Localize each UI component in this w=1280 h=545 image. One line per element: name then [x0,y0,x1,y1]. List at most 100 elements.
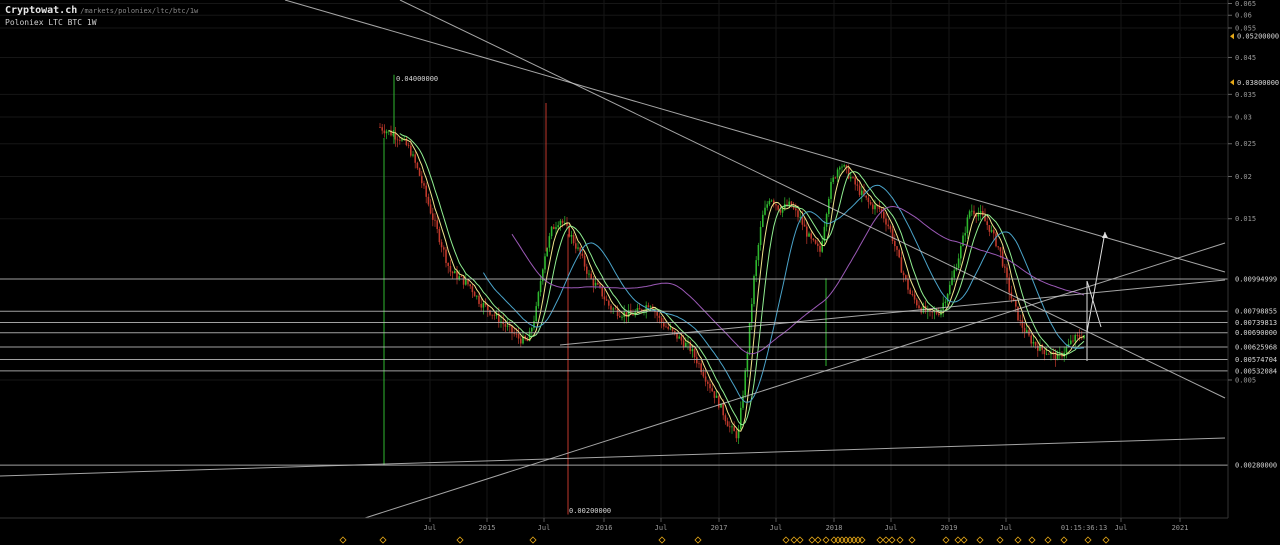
candle-body [493,314,496,316]
event-marker-icon [960,536,968,544]
event-markers [339,536,1110,544]
candle-body [729,426,731,428]
candle-body [832,177,834,182]
candle-body [451,271,454,274]
candle-body [590,273,592,279]
candle-body [1019,320,1021,322]
event-marker-icon [996,536,1004,544]
y-axis: 0.065 0.06 0.055 0.045 0.035 0.03 0.025 0.02 0.0… [1227,0,1279,518]
candle-body [572,235,575,244]
high-annotation: 0.04000000 [396,75,438,83]
candle-body [1008,277,1010,293]
candle-body [570,235,573,237]
candle-body [960,246,962,259]
candle-body [775,204,777,206]
candle-body [858,185,861,195]
y-tick-label: 0.035 [1235,91,1256,99]
candle-body [511,326,513,333]
candle-body [812,238,815,241]
candle-body [685,342,687,347]
candle-body [883,211,885,219]
x-tick-label: Jul [885,524,898,532]
candle-body [553,226,555,230]
candles [379,74,1085,515]
candle-body [1026,330,1028,333]
candle-body [663,322,665,327]
x-tick-label: Jul [538,524,551,532]
event-marker-icon [1044,536,1052,544]
x-tick-label: 2021 [1172,524,1189,532]
event-marker-icon [976,536,984,544]
candle-body [854,177,856,185]
candle-body [735,431,738,439]
price-line-label: 0.00690000 [1235,329,1277,337]
event-marker-icon [858,536,866,544]
candle-body [964,233,966,236]
candle-body [806,226,808,237]
event-marker-icon [529,536,537,544]
candle-body [603,296,606,300]
event-marker-icon [782,536,790,544]
candle-body [885,218,887,225]
price-marker-icon [1230,33,1234,40]
trend-line [0,437,1226,477]
x-axis: Jul 2015 Jul 2016 Jul 2017 Jul 2018 Jul 2019 Jul Ju… [0,517,1228,532]
site-logo[interactable]: Cryptowat.ch [5,5,77,16]
candle-body [711,388,713,392]
candle-body [559,220,562,226]
candle-body [751,304,753,323]
candle-body [656,312,658,316]
candle-body [546,247,548,257]
y-tick-label: 0.025 [1235,140,1256,148]
candle-body [592,278,595,286]
candle-body [436,220,438,230]
price-chart[interactable]: 0.00994999 0.00798855 0.00739813 0.00690000… [0,0,1280,545]
y-tick-label: 0.03 [1235,113,1252,121]
price-line-label: 0.00574704 [1235,356,1277,364]
candle-body [476,295,478,297]
event-marker-icon [1084,536,1092,544]
candle-body [856,184,859,186]
event-marker-icon [876,536,884,544]
candle-body [966,217,969,234]
candle-body [819,245,821,252]
price-marker-icon [1230,79,1234,86]
candle-body [913,294,916,300]
x-tick-label: Jul [655,524,668,532]
moving-averages [388,130,1085,432]
candle-body [471,286,474,293]
candle-body [900,257,903,273]
event-marker-icon [1102,536,1110,544]
candle-body [874,205,876,210]
annotations: 0.04000000 0.00200000 [396,75,611,515]
candle-body [825,213,828,227]
candle-body [801,216,804,225]
candle-body [535,306,537,321]
candle-body [814,240,817,244]
y-tick-label: 0.02 [1235,173,1252,181]
candle-body [506,325,509,327]
candle-body [744,370,746,396]
candle-body [425,185,427,197]
candle-body [1045,353,1048,355]
candle-body [707,381,709,384]
candle-body [887,224,889,227]
candle-body [1074,335,1076,342]
y-tick-label: 0.015 [1235,215,1256,223]
candle-body [443,247,445,250]
candle-body [891,229,894,241]
x-tick-label: 2018 [826,524,843,532]
candle-body [429,204,432,214]
candle-body [460,276,463,278]
candle-body [1001,251,1004,267]
candle-body [698,363,700,365]
candle-body [482,303,485,308]
candle-body [550,226,553,237]
candle-body [504,324,507,327]
candle-body [614,308,617,310]
candle-body [918,305,920,309]
candle-body [438,229,441,243]
candle-body [957,258,960,269]
price-lines: 0.00994999 0.00798855 0.00739813 0.00690000… [0,275,1277,470]
candle-body [702,372,705,377]
